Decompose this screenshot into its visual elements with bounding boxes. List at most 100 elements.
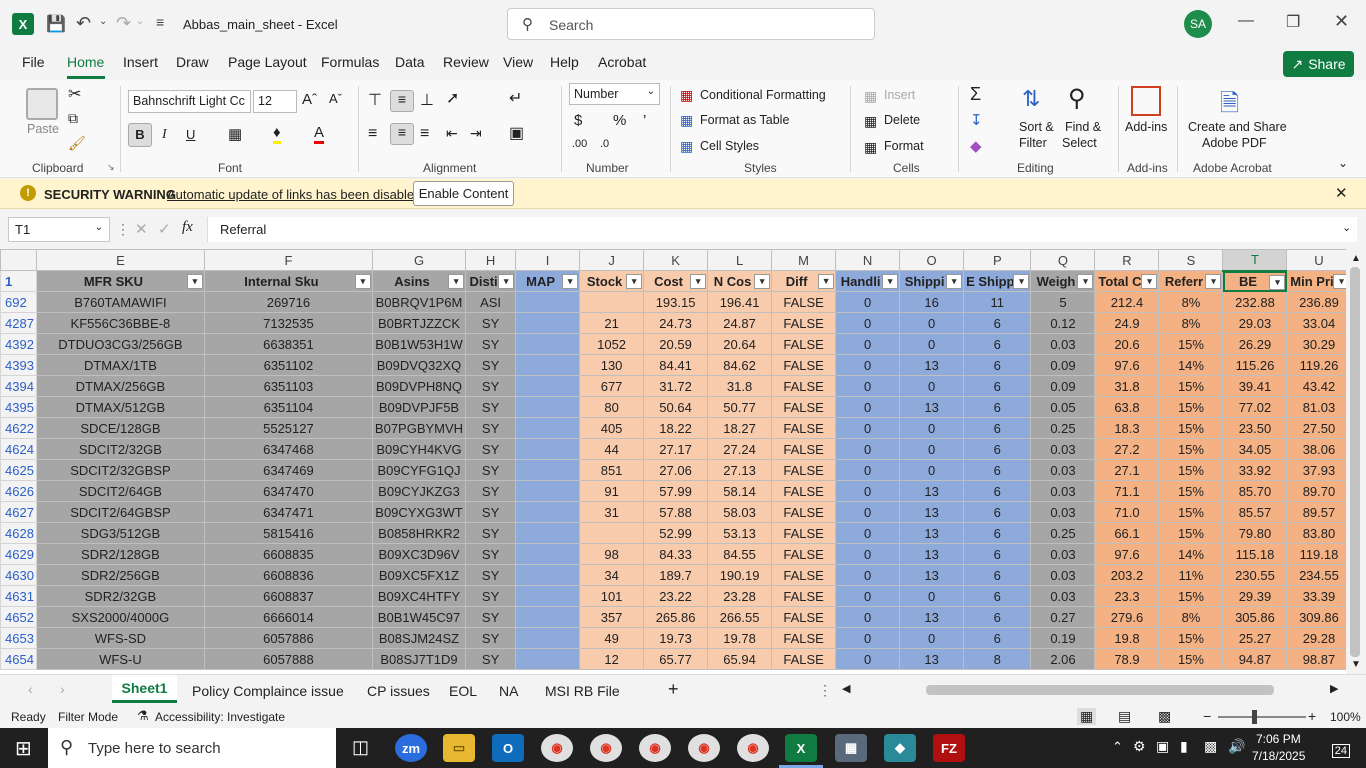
tab-view[interactable]: View: [503, 54, 533, 70]
create-pdf-label-1[interactable]: Create and Share: [1188, 120, 1287, 134]
row-number[interactable]: 4654: [0, 648, 37, 670]
cell[interactable]: 15%: [1158, 522, 1224, 544]
font-color-icon[interactable]: A: [314, 124, 325, 144]
sort-filter-label-1[interactable]: Sort &: [1019, 120, 1054, 134]
cell[interactable]: 15%: [1158, 501, 1224, 523]
row-number[interactable]: 4625: [0, 459, 37, 481]
cell[interactable]: 33.92: [1222, 459, 1288, 481]
cell[interactable]: 0: [899, 585, 965, 607]
cell[interactable]: 31.8: [707, 375, 773, 397]
insert-cells-icon[interactable]: ▦: [864, 88, 877, 105]
cell[interactable]: 84.41: [643, 354, 709, 376]
cell[interactable]: SY: [465, 354, 517, 376]
font-size-select[interactable]: 12: [253, 90, 297, 113]
column-title-cell[interactable]: Diff ▼: [771, 270, 837, 292]
cell[interactable]: 115.18: [1222, 543, 1288, 565]
cell[interactable]: 6638351: [203, 333, 373, 355]
column-title-cell[interactable]: BE ▾: [1222, 270, 1288, 292]
row-number[interactable]: 4395: [0, 396, 37, 418]
cell[interactable]: 27.50: [1286, 417, 1352, 439]
cell[interactable]: FALSE: [771, 417, 837, 439]
redo-dropdown-icon[interactable]: ⌄: [136, 16, 144, 27]
zoom-slider-thumb[interactable]: [1252, 710, 1257, 724]
addins-icon[interactable]: [1131, 86, 1161, 116]
cell[interactable]: 5525127: [203, 417, 373, 439]
cell[interactable]: B09CYH4KVG: [371, 438, 467, 460]
avatar[interactable]: SA: [1184, 10, 1212, 38]
sort-filter-label-2[interactable]: Filter: [1019, 136, 1047, 150]
cell[interactable]: B07PGBYMVH: [371, 417, 467, 439]
taskbar-search[interactable]: ⚲ Type here to search: [48, 728, 336, 768]
cell[interactable]: 0: [835, 438, 901, 460]
excel-taskbar-icon[interactable]: X: [785, 734, 817, 762]
decrease-decimal-icon[interactable]: .0: [600, 138, 609, 150]
cell[interactable]: 0: [835, 627, 901, 649]
filter-dropdown-icon[interactable]: ▾: [754, 274, 771, 289]
cell[interactable]: B09XC4HTFY: [371, 585, 467, 607]
cell[interactable]: [515, 375, 581, 397]
row-number[interactable]: 4626: [0, 480, 37, 502]
tab-acrobat[interactable]: Acrobat: [598, 54, 646, 70]
column-header[interactable]: P: [963, 249, 1032, 271]
cell[interactable]: 0.03: [1030, 543, 1096, 565]
zoom-app-icon[interactable]: zm: [395, 734, 427, 762]
column-title-cell[interactable]: E Shipp ▾: [963, 270, 1032, 292]
cell[interactable]: SY: [465, 501, 517, 523]
cell[interactable]: 71.0: [1094, 501, 1160, 523]
cell[interactable]: 101: [579, 585, 645, 607]
cell[interactable]: 0: [835, 291, 901, 313]
cell[interactable]: 49: [579, 627, 645, 649]
column-title-cell[interactable]: Min Pri ▾: [1286, 270, 1352, 292]
autosum-icon[interactable]: Σ: [970, 84, 981, 105]
scroll-left-icon[interactable]: ◀: [842, 682, 850, 695]
cell[interactable]: B0B1W53H1W: [371, 333, 467, 355]
column-header[interactable]: G: [371, 249, 467, 271]
column-title-cell[interactable]: MFR SKU ▾: [35, 270, 205, 292]
restore-icon[interactable]: ❐: [1286, 12, 1300, 32]
formula-input[interactable]: Referral: [207, 217, 1357, 242]
column-title-cell[interactable]: Handli ▾: [835, 270, 901, 292]
cell[interactable]: SY: [465, 396, 517, 418]
cell[interactable]: 2.06: [1030, 648, 1096, 670]
increase-indent-icon[interactable]: ⇥: [470, 125, 482, 142]
cell[interactable]: 6608835: [203, 543, 373, 565]
cell[interactable]: 15%: [1158, 648, 1224, 670]
cell[interactable]: FALSE: [771, 564, 837, 586]
cell[interactable]: 33.04: [1286, 312, 1352, 334]
cell[interactable]: FALSE: [771, 606, 837, 628]
cell[interactable]: 0.03: [1030, 459, 1096, 481]
cell[interactable]: 0: [835, 543, 901, 565]
cell[interactable]: 84.33: [643, 543, 709, 565]
column-header[interactable]: F: [203, 249, 373, 271]
cell[interactable]: 119.18: [1286, 543, 1352, 565]
cell[interactable]: 357: [579, 606, 645, 628]
cell[interactable]: 6608837: [203, 585, 373, 607]
cell[interactable]: 31: [579, 501, 645, 523]
cell[interactable]: 6: [963, 396, 1032, 418]
orientation-icon[interactable]: ➚: [446, 88, 459, 108]
outlook-icon[interactable]: O: [492, 734, 524, 762]
cell-styles-button[interactable]: Cell Styles: [700, 139, 759, 153]
filter-dropdown-icon[interactable]: ▾: [1141, 274, 1158, 289]
column-header[interactable]: L: [707, 249, 773, 271]
cell[interactable]: FALSE: [771, 333, 837, 355]
cell[interactable]: WFS-U: [35, 648, 205, 670]
cell[interactable]: 6: [963, 543, 1032, 565]
cell[interactable]: 851: [579, 459, 645, 481]
cell[interactable]: SDCE/128GB: [35, 417, 205, 439]
fill-icon[interactable]: ↧: [970, 111, 983, 129]
cell[interactable]: FALSE: [771, 459, 837, 481]
name-box[interactable]: T1 ⌄: [8, 217, 110, 242]
cell[interactable]: 79.80: [1222, 522, 1288, 544]
cell[interactable]: B09XC3D96V: [371, 543, 467, 565]
cell[interactable]: SY: [465, 522, 517, 544]
cell[interactable]: [515, 438, 581, 460]
cell[interactable]: 6: [963, 627, 1032, 649]
align-bottom-icon[interactable]: ⊥: [420, 90, 434, 110]
cell[interactable]: 97.6: [1094, 354, 1160, 376]
cell[interactable]: SDCIT2/64GB: [35, 480, 205, 502]
insert-cells-button[interactable]: Insert: [884, 88, 915, 102]
cell[interactable]: 38.06: [1286, 438, 1352, 460]
cell[interactable]: 20.59: [643, 333, 709, 355]
collapse-ribbon-icon[interactable]: ⌄: [1338, 156, 1348, 170]
